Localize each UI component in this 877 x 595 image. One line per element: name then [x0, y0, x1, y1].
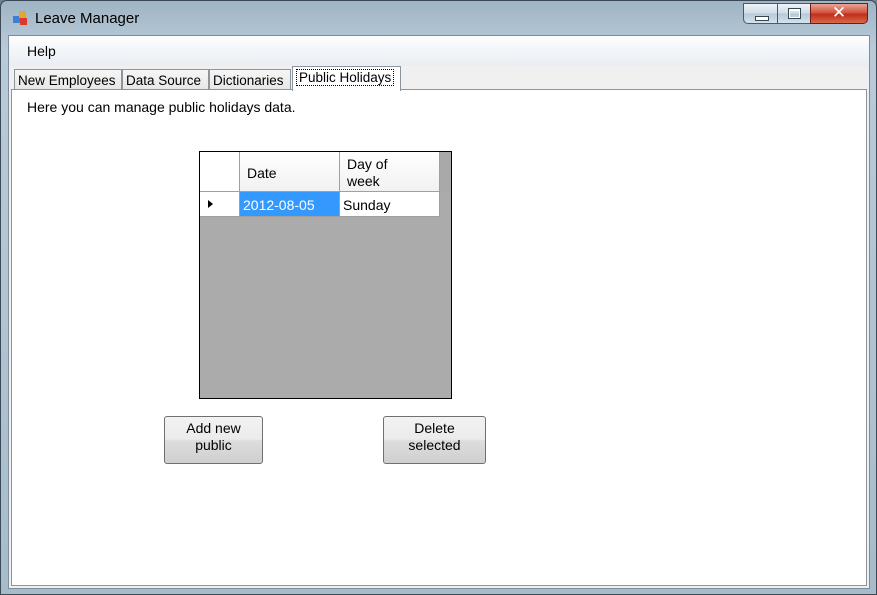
tab-strip: New Employees Data Source Dictionaries P… [9, 66, 869, 91]
tab-data-source[interactable]: Data Source [122, 69, 209, 90]
menu-help[interactable]: Help [19, 42, 64, 60]
tab-label: Data Source [126, 73, 202, 88]
column-header-label: Day of [347, 156, 388, 172]
client-area: Help New Employees Data Source Dictionar… [8, 35, 870, 589]
tab-new-employees[interactable]: New Employees [14, 69, 122, 90]
cell-date[interactable]: 2012-08-05 [240, 192, 340, 217]
button-label: Add new [186, 420, 241, 436]
button-label: Delete [414, 420, 455, 436]
cell-day-of-week[interactable]: Sunday [340, 192, 440, 217]
tab-public-holidays[interactable]: Public Holidays [292, 66, 401, 91]
grid-corner [200, 152, 240, 192]
button-label: public [195, 437, 232, 453]
tab-dictionaries[interactable]: Dictionaries [209, 69, 291, 90]
column-header-label: Date [247, 165, 277, 181]
app-window: Leave Manager ✕ Help New Employees Data … [0, 0, 877, 595]
add-new-public-button[interactable]: Add new public [164, 416, 263, 464]
maximize-button[interactable] [777, 3, 811, 24]
button-label: selected [408, 437, 461, 453]
column-header-date[interactable]: Date [240, 152, 340, 192]
tab-label: New Employees [18, 73, 116, 88]
grid-header-filler [440, 152, 451, 192]
holidays-grid[interactable]: Date Day of week 2012-08-05 Sunday [199, 151, 452, 399]
row-header[interactable] [200, 192, 240, 217]
page-description: Here you can manage public holidays data… [27, 99, 296, 115]
tab-label: Public Holidays [296, 69, 395, 86]
minimize-icon [755, 16, 769, 21]
tab-label: Dictionaries [213, 73, 284, 88]
maximize-icon [788, 8, 801, 19]
minimize-button[interactable] [743, 3, 778, 24]
app-icon [13, 11, 27, 25]
column-header-label: week [347, 173, 380, 189]
close-button[interactable]: ✕ [810, 3, 868, 24]
close-icon: ✕ [831, 3, 847, 23]
window-title: Leave Manager [35, 10, 140, 27]
row-pointer-icon [208, 200, 213, 208]
menu-bar: Help [9, 36, 869, 66]
title-bar[interactable]: Leave Manager ✕ [1, 1, 876, 35]
delete-selected-button[interactable]: Delete selected [383, 416, 486, 464]
public-holidays-page: Here you can manage public holidays data… [11, 89, 867, 586]
column-header-day-of-week[interactable]: Day of week [340, 152, 440, 192]
